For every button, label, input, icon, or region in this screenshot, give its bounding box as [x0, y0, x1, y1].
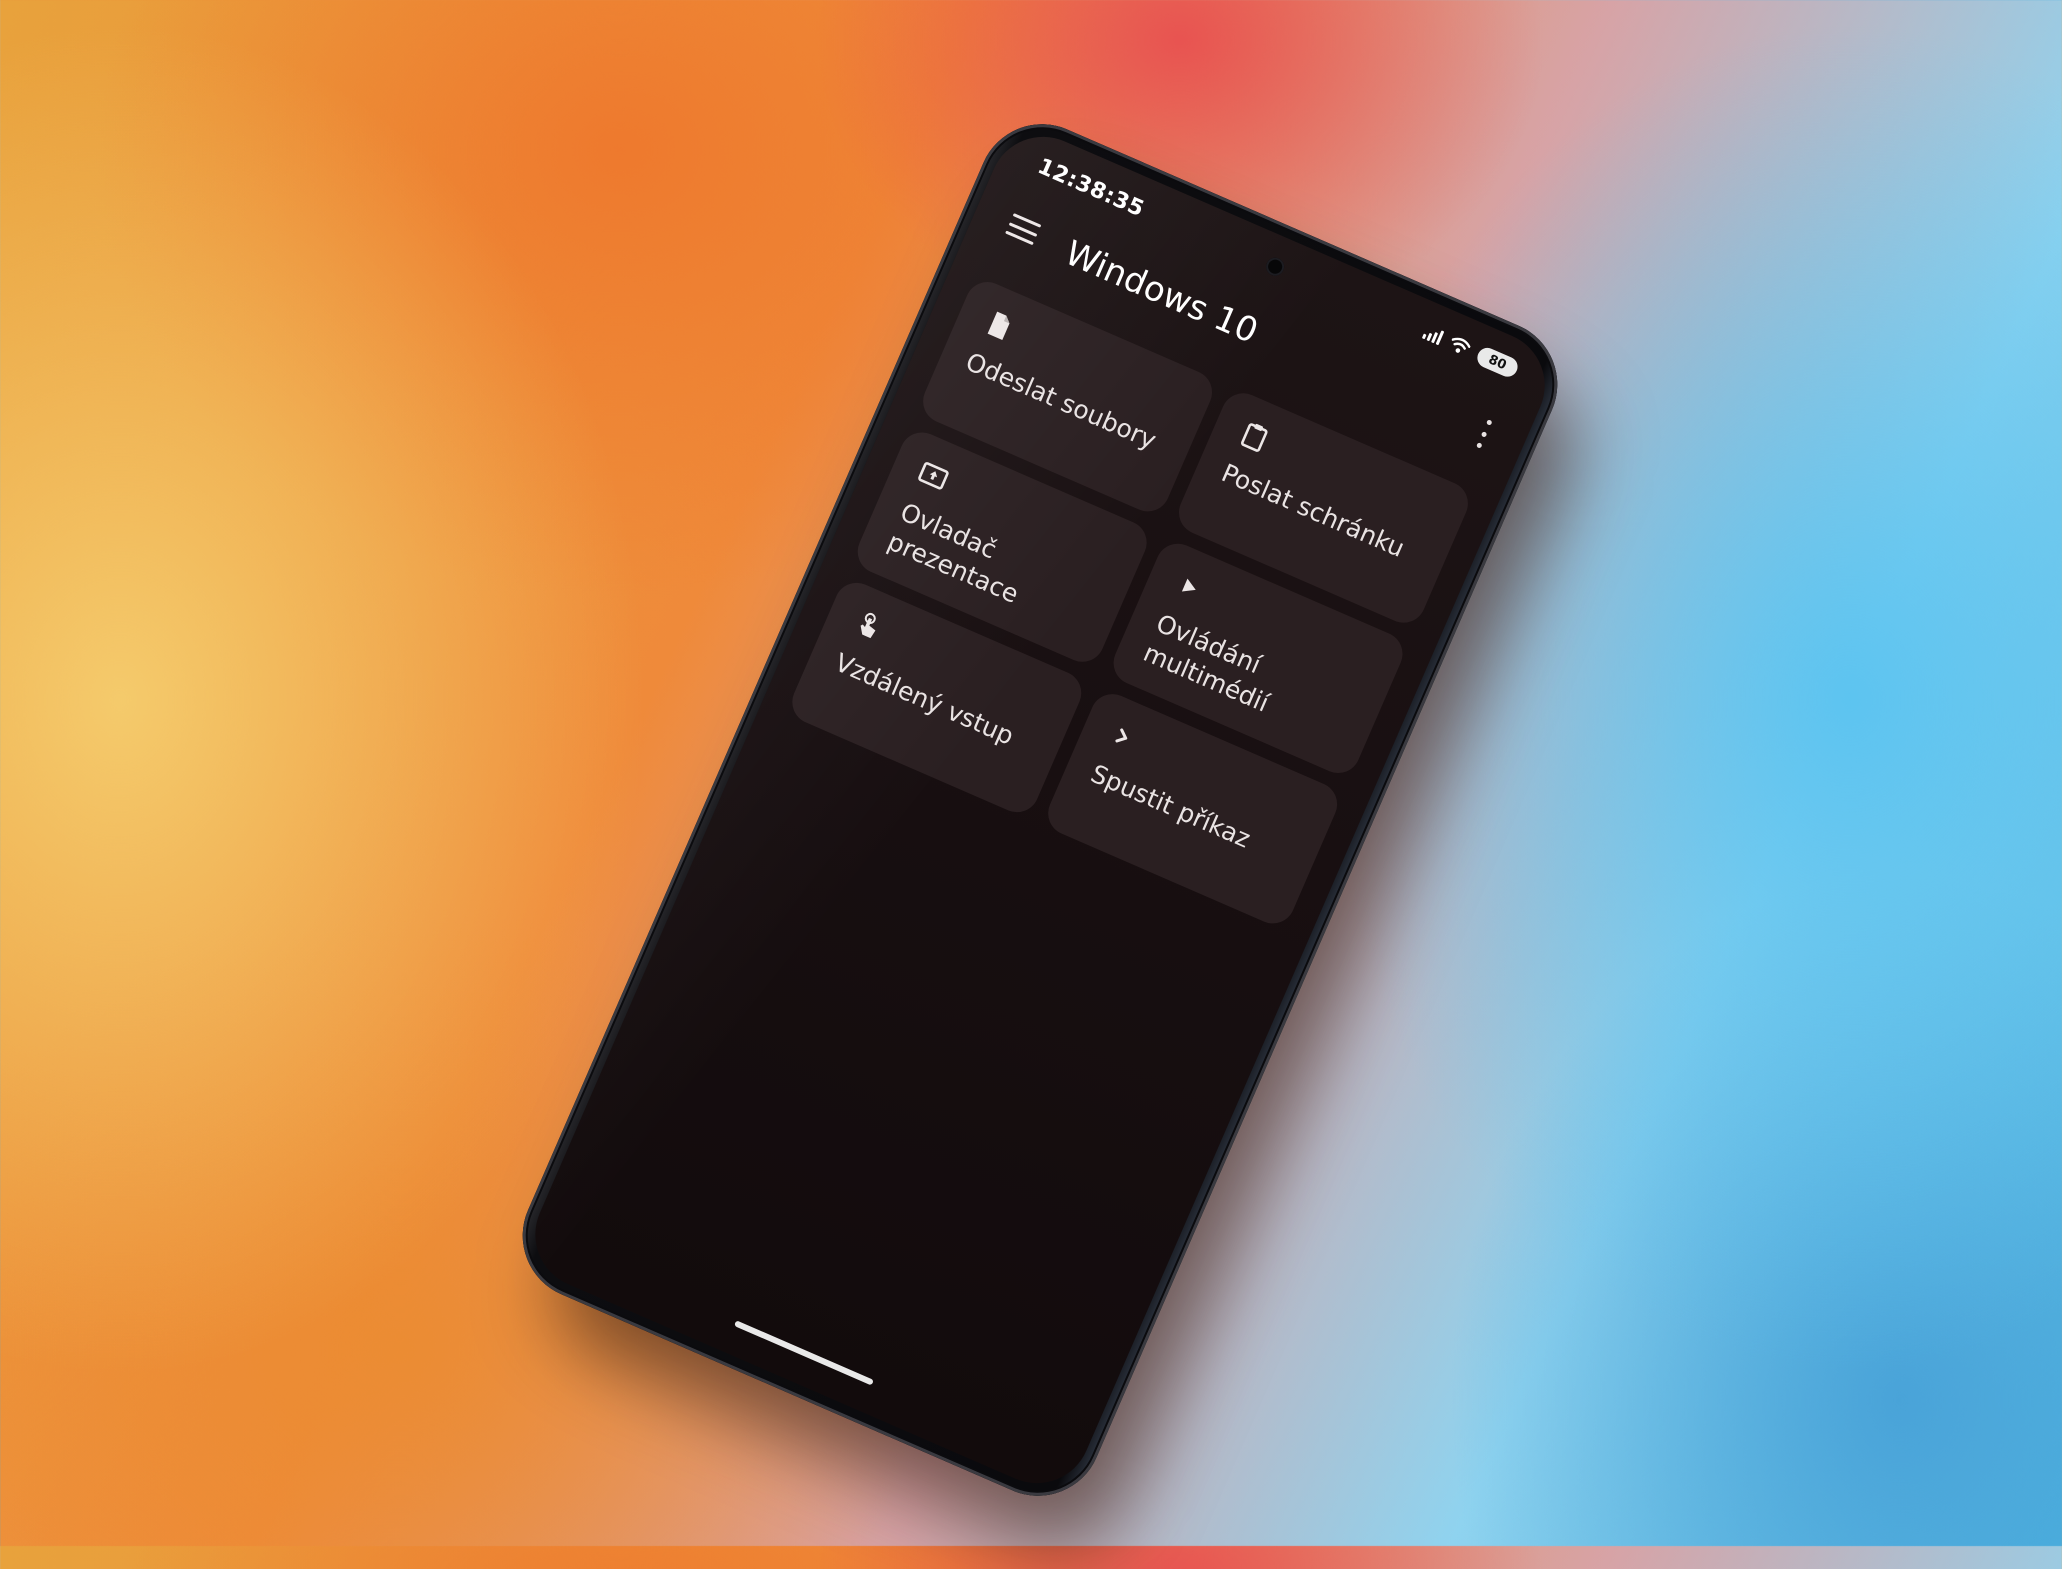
hamburger-menu-icon[interactable] [1005, 213, 1042, 246]
signal-icon [1421, 323, 1445, 346]
tile-label: Odeslat soubory [961, 346, 1161, 456]
tile-label: Poslat schránku [1217, 458, 1409, 563]
status-icons: 80 [1421, 322, 1521, 380]
tile-label: Spustit příkaz [1086, 758, 1255, 854]
play-icon [1181, 578, 1196, 592]
front-camera [1263, 254, 1287, 279]
more-vert-icon[interactable] [1473, 418, 1494, 449]
wifi-icon [1448, 335, 1473, 358]
file-icon [987, 311, 1010, 340]
battery-indicator: 80 [1474, 344, 1521, 380]
gesture-navigation-handle[interactable] [733, 1320, 874, 1386]
terminal-chevron-icon [1115, 728, 1128, 743]
presentation-icon [918, 462, 949, 490]
tile-label: Vzdálený vstup [830, 647, 1019, 751]
clipboard-icon [1240, 423, 1268, 452]
touch-icon [860, 612, 876, 639]
